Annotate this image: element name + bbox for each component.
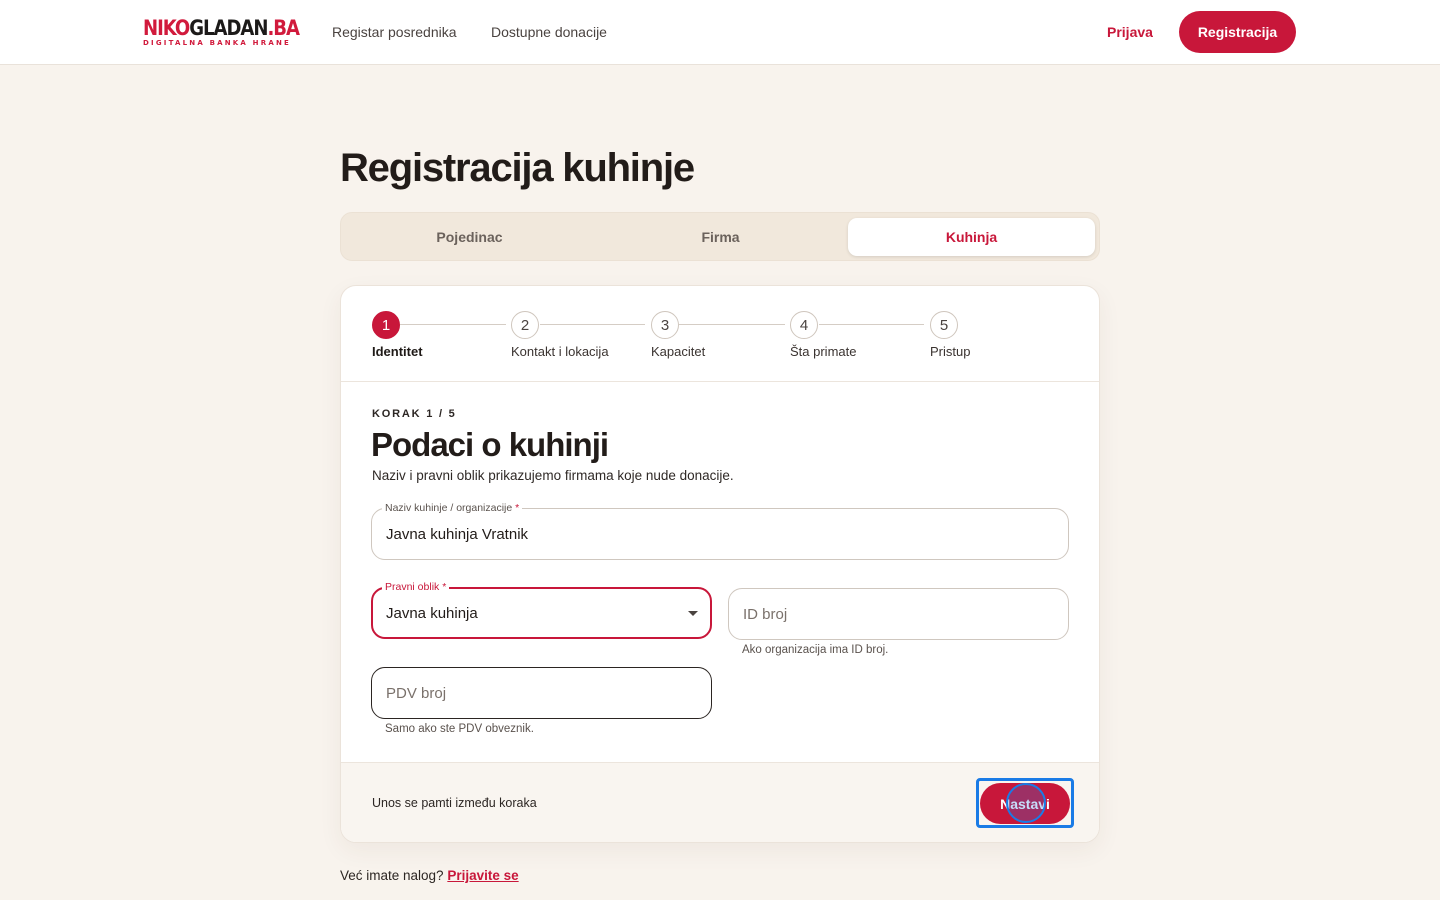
step-1-label: Identitet xyxy=(372,344,423,359)
id-number-helper: Ako organizacija ima ID broj. xyxy=(742,644,889,656)
section-description: Naziv i pravni oblik prikazujemo firmama… xyxy=(372,468,734,483)
login-prompt-link[interactable]: Prijavite se xyxy=(447,868,518,883)
stepper-connector xyxy=(679,324,785,325)
top-navigation-bar: NIKOGLADAN.BA DIGITALNA BANKA HRANE Regi… xyxy=(0,0,1440,65)
logo-part-niko: NIKO xyxy=(143,16,190,40)
step-5-circle[interactable]: 5 xyxy=(930,311,958,339)
tab-firma[interactable]: Firma xyxy=(597,218,844,256)
nav-link-registar-posrednika[interactable]: Registar posrednika xyxy=(332,23,457,41)
legal-form-value: Javna kuhinja xyxy=(386,605,478,622)
step-2-label: Kontakt i lokacija xyxy=(511,344,609,359)
registration-form-card: 1 2 3 4 5 Identitet Kontakt i lokacija K… xyxy=(340,285,1100,843)
step-counter: KORAK 1 / 5 xyxy=(372,408,457,420)
kitchen-name-field[interactable]: Naziv kuhinje / organizacije * Javna kuh… xyxy=(371,501,1069,560)
autosave-note: Unos se pamti između koraka xyxy=(372,796,537,810)
section-divider xyxy=(341,381,1099,382)
kitchen-name-label: Naziv kuhinje / organizacije * xyxy=(382,501,523,515)
logo-part-gladan: GLADAN xyxy=(189,16,268,40)
continue-button-focus-outline: Nastavi xyxy=(976,778,1074,828)
kitchen-name-value: Javna kuhinja Vratnik xyxy=(386,526,529,543)
stepper-connector xyxy=(400,324,506,325)
legal-form-label: Pravni oblik * xyxy=(382,580,450,594)
page-title: Registracija kuhinje xyxy=(340,146,695,190)
pdv-number-placeholder: PDV broj xyxy=(386,685,447,702)
step-5-label: Pristup xyxy=(930,344,971,359)
id-number-placeholder: ID broj xyxy=(743,606,788,623)
step-3-label: Kapacitet xyxy=(651,344,706,359)
logo-tagline: DIGITALNA BANKA HRANE xyxy=(143,39,291,47)
logo-wordmark: NIKOGLADAN.BA xyxy=(143,16,300,40)
chevron-down-icon xyxy=(688,611,698,616)
register-button[interactable]: Registracija xyxy=(1179,11,1296,53)
tab-kuhinja[interactable]: Kuhinja xyxy=(848,218,1095,256)
pdv-number-field[interactable]: PDV broj xyxy=(371,667,712,719)
step-2-circle[interactable]: 2 xyxy=(511,311,539,339)
section-title: Podaci o kuhinji xyxy=(371,426,609,463)
id-number-field[interactable]: ID broj xyxy=(728,588,1069,640)
logo[interactable]: NIKOGLADAN.BA DIGITALNA BANKA HRANE xyxy=(143,16,300,49)
step-4-label: Šta primate xyxy=(790,344,857,359)
stepper-connector xyxy=(819,324,924,325)
legal-form-select[interactable]: Pravni oblik * Javna kuhinja xyxy=(371,580,712,639)
pdv-number-helper: Samo ako ste PDV obveznik. xyxy=(385,723,534,735)
step-4-circle[interactable]: 4 xyxy=(790,311,818,339)
login-prompt-text: Već imate nalog? xyxy=(340,868,444,883)
login-prompt: Već imate nalog? Prijavite se xyxy=(340,868,519,883)
logo-part-ba: .BA xyxy=(267,16,300,40)
continue-button[interactable]: Nastavi xyxy=(980,783,1070,824)
card-footer: Unos se pamti između koraka Nastavi xyxy=(341,762,1099,842)
step-1-circle[interactable]: 1 xyxy=(372,311,400,339)
tab-pojedinac[interactable]: Pojedinac xyxy=(346,218,593,256)
registration-type-tabs: Pojedinac Firma Kuhinja xyxy=(340,212,1100,261)
login-link[interactable]: Prijava xyxy=(1107,23,1153,41)
step-3-circle[interactable]: 3 xyxy=(651,311,679,339)
stepper-connector xyxy=(540,324,645,325)
nav-link-dostupne-donacije[interactable]: Dostupne donacije xyxy=(491,23,607,41)
